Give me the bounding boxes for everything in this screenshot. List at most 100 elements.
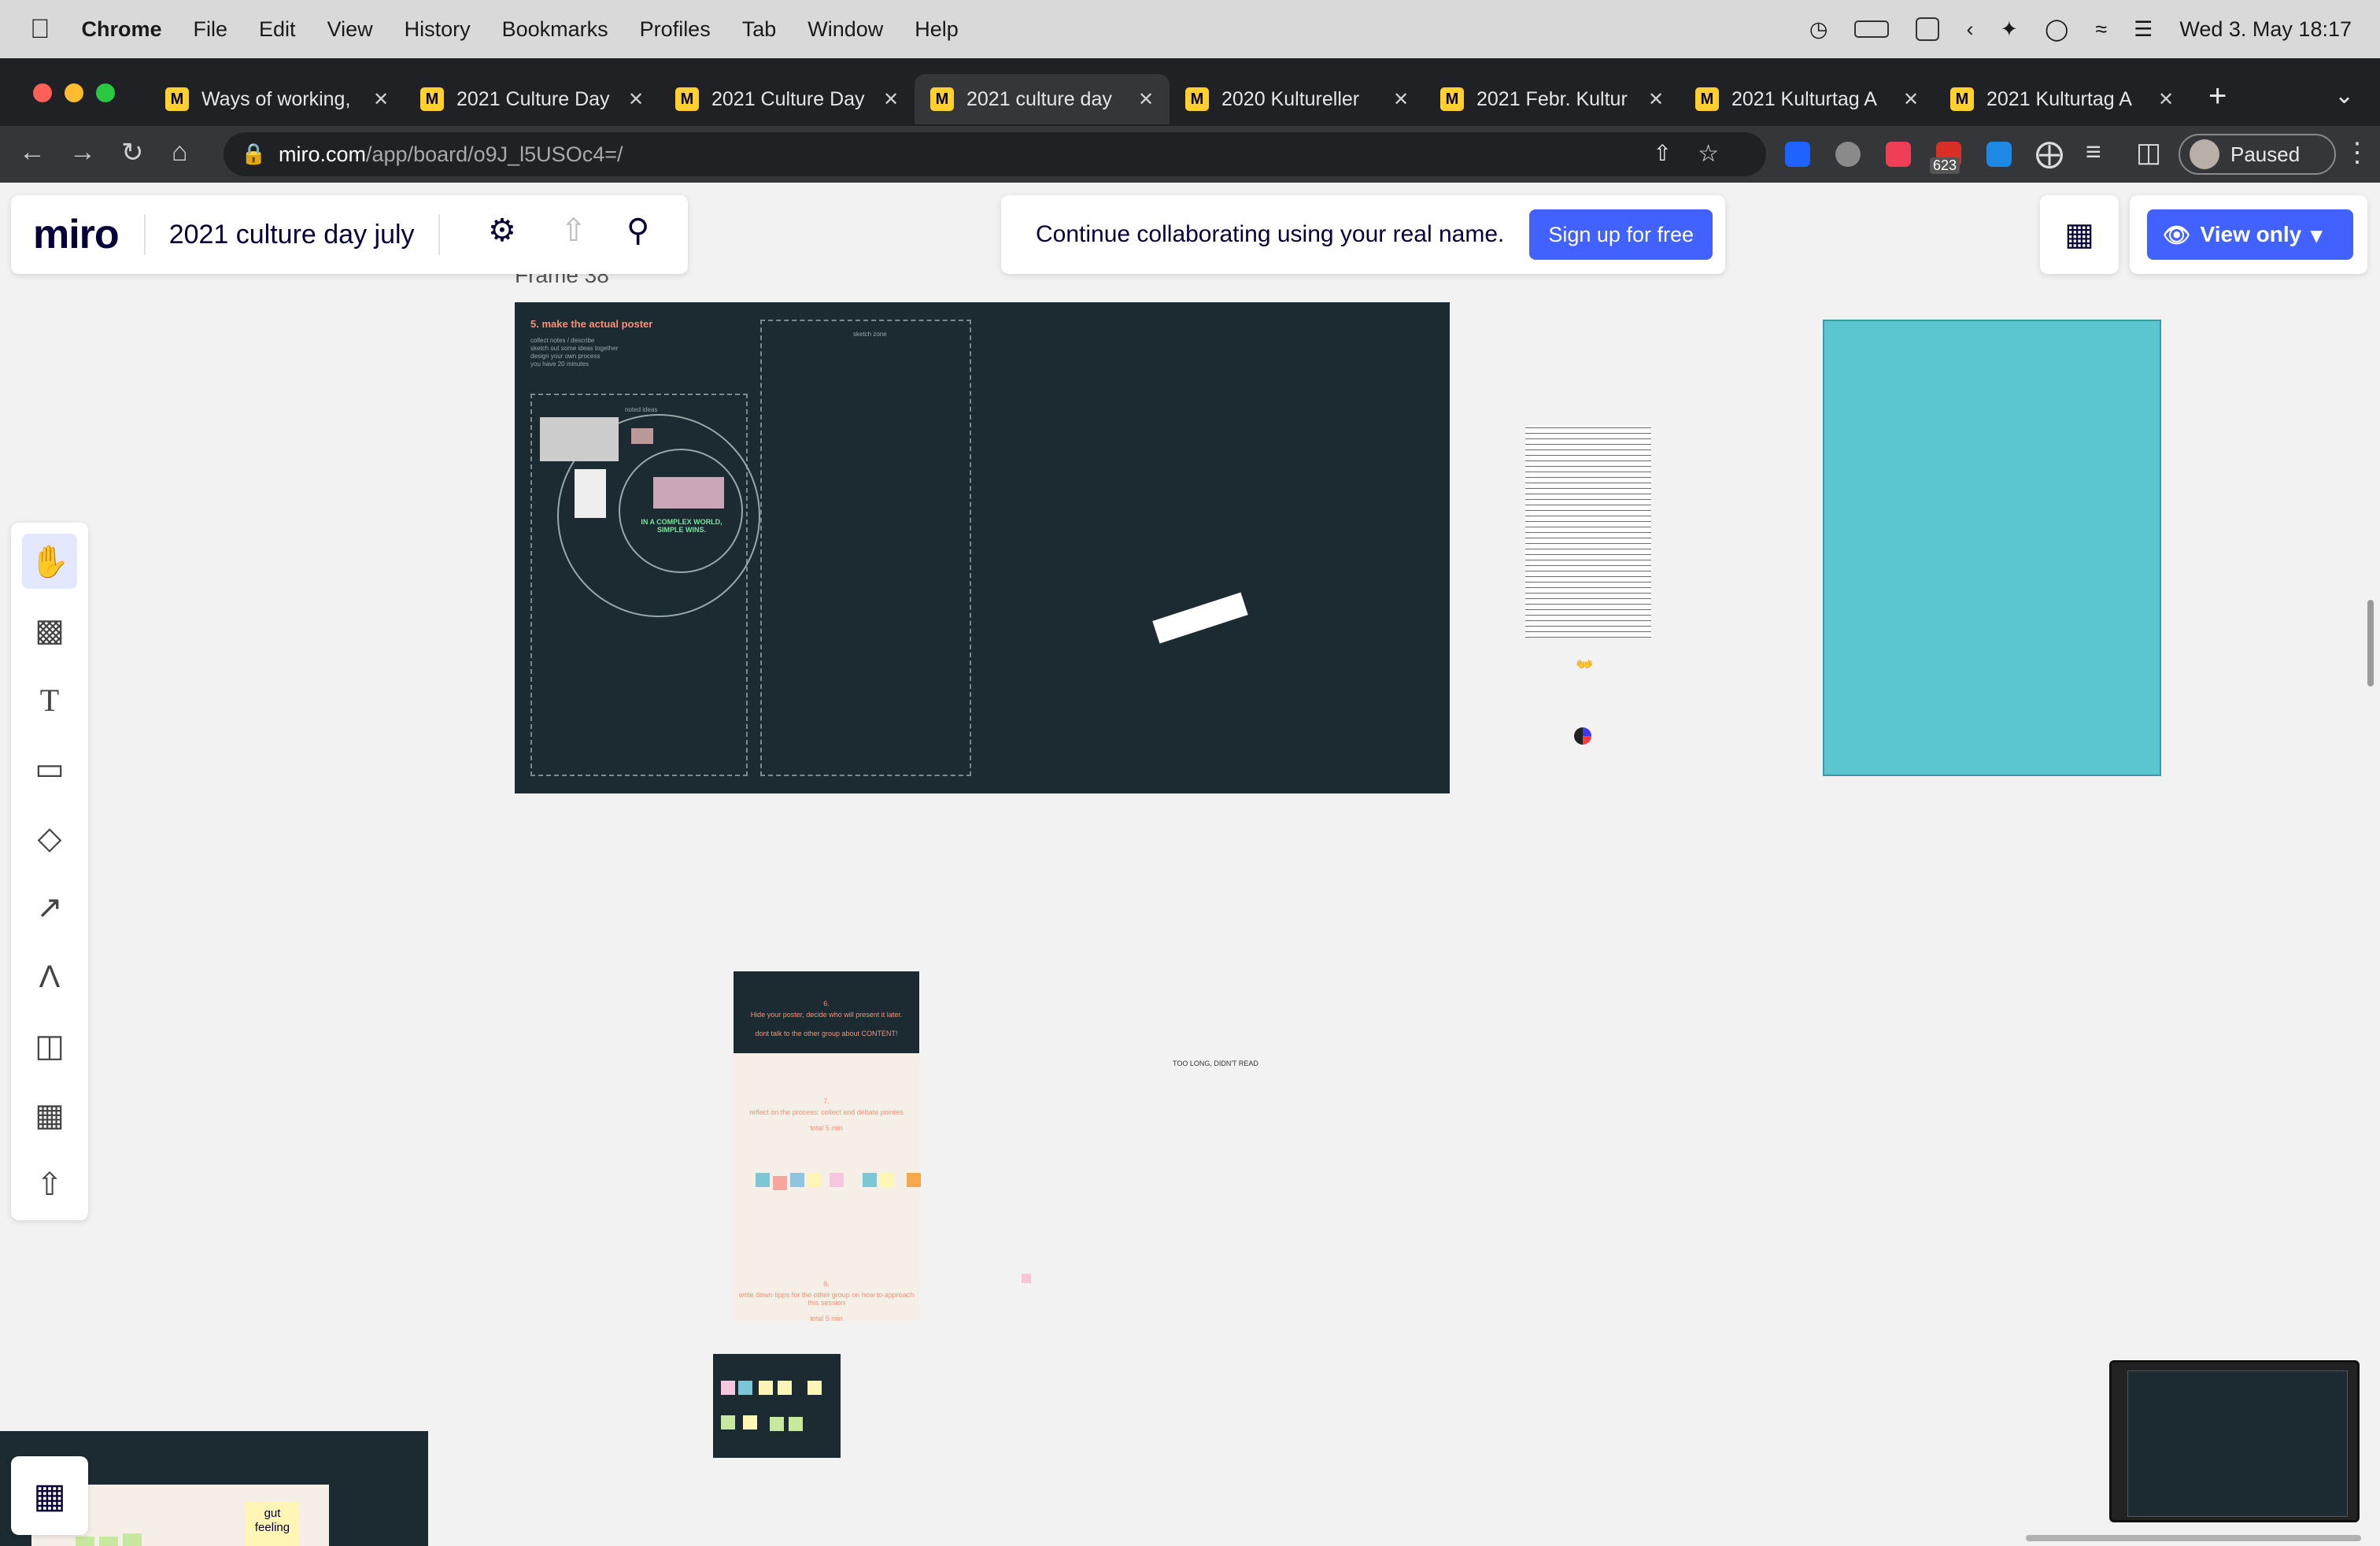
sticky-note-tool-icon[interactable]: ▭ xyxy=(22,742,77,797)
tab-close-icon[interactable]: ✕ xyxy=(373,88,389,111)
menu-tab[interactable]: Tab xyxy=(742,17,777,42)
vertical-scrollbar[interactable] xyxy=(2367,600,2374,686)
tab-search-chevron-icon[interactable]: ⌄ xyxy=(2334,82,2354,109)
sticky-note[interactable] xyxy=(99,1537,118,1546)
sticky-note[interactable] xyxy=(863,1173,877,1187)
browser-tab[interactable]: M 2021 Kulturtag A ✕ xyxy=(1935,74,2190,124)
close-window-button[interactable] xyxy=(33,83,52,102)
sticky-note-gut-feeling[interactable]: gut feeling xyxy=(246,1502,299,1546)
menu-history[interactable]: History xyxy=(405,17,471,42)
extension-icon[interactable] xyxy=(1986,142,2012,167)
side-panel-icon[interactable]: ◫ xyxy=(2136,137,2161,168)
sticky-note[interactable] xyxy=(721,1415,735,1429)
view-only-button[interactable]: 👁 View only ▾ xyxy=(2147,209,2353,260)
hand-tool-icon[interactable]: ✋ xyxy=(22,534,77,589)
battery-icon[interactable] xyxy=(1854,20,1890,38)
board-minimap[interactable] xyxy=(2109,1360,2360,1522)
apps-shapes-icon[interactable]: ▦ xyxy=(2040,195,2119,274)
browser-tab[interactable]: M 2021 Kulturtag A ✕ xyxy=(1680,74,1935,124)
tab-close-icon[interactable]: ✕ xyxy=(883,88,899,111)
sticky-note[interactable] xyxy=(778,1381,792,1395)
sticky-note[interactable] xyxy=(123,1533,142,1546)
connector-line-tool-icon[interactable]: ↗ xyxy=(22,880,77,935)
sticky-note[interactable] xyxy=(880,1173,894,1187)
sticky-note[interactable] xyxy=(907,1173,921,1187)
sticky-note[interactable] xyxy=(721,1381,735,1395)
keyboard-icon[interactable] xyxy=(1916,17,1940,41)
wifi-icon[interactable]: ≈ xyxy=(2095,17,2107,42)
browser-tab[interactable]: M 2021 Culture Day ✕ xyxy=(405,74,660,124)
menu-help[interactable]: Help xyxy=(915,17,959,42)
forward-arrow-icon[interactable]: → xyxy=(69,137,96,168)
pen-tool-icon[interactable]: Λ xyxy=(22,949,77,1004)
menu-edit[interactable]: Edit xyxy=(259,17,296,42)
airpods-icon[interactable]: ✦ xyxy=(2000,17,2018,42)
emoji-sticker-icon[interactable]: 👐 xyxy=(1576,656,1593,673)
tab-close-icon[interactable]: ✕ xyxy=(1648,88,1664,111)
address-bar[interactable]: 🔒 miro.com/app/board/o9J_l5USOc4=/ ⇧ ☆ xyxy=(224,132,1766,176)
media-queue-icon[interactable]: ≡ xyxy=(2086,137,2101,168)
sticky-note[interactable] xyxy=(756,1173,770,1187)
maximize-window-button[interactable] xyxy=(96,83,115,102)
comment-tool-icon[interactable]: ▩ xyxy=(22,603,77,658)
menu-bookmarks[interactable]: Bookmarks xyxy=(502,17,608,42)
tab-close-icon[interactable]: ✕ xyxy=(628,88,644,111)
browser-tab[interactable]: M 2021 Culture Day ✕ xyxy=(660,74,915,124)
horizontal-scrollbar[interactable] xyxy=(2026,1535,2361,1541)
browser-menu-icon[interactable]: ⋮ xyxy=(2344,137,2371,168)
sticky-cluster-frame[interactable] xyxy=(713,1354,841,1458)
tab-close-icon[interactable]: ✕ xyxy=(1138,88,1154,111)
lock-icon[interactable]: 🔒 xyxy=(241,142,266,166)
settings-gear-icon[interactable]: ⚙ xyxy=(488,213,516,249)
teal-rectangle[interactable] xyxy=(1823,320,2161,776)
pocket-extension-icon[interactable] xyxy=(1886,142,1911,167)
search-icon[interactable]: ⚲ xyxy=(626,213,649,249)
new-tab-plus-icon[interactable]: + xyxy=(2208,79,2227,114)
frame-38[interactable]: noted ideas sketch zone IN A COMPLEX WOR… xyxy=(515,302,1450,793)
chart-sticker-icon[interactable] xyxy=(1574,727,1591,745)
sticky-note[interactable] xyxy=(830,1173,844,1187)
shapes-tool-icon[interactable]: ◇ xyxy=(22,811,77,866)
back-arrow-icon[interactable]: ← xyxy=(19,137,46,168)
step-6-card[interactable]: 6. Hide your poster, decide who will pre… xyxy=(734,971,919,1053)
menu-clock[interactable]: Wed 3. May 18:17 xyxy=(2179,17,2352,42)
browser-tab[interactable]: M Ways of working, ✕ xyxy=(150,74,405,124)
steps-7-8-card[interactable]: 7. reflect on the process: collect and d… xyxy=(734,1053,919,1322)
templates-tool-icon[interactable]: ◫ xyxy=(22,1019,77,1074)
sticky-note[interactable] xyxy=(743,1415,757,1429)
browser-tab[interactable]: M 2020 Kultureller ✕ xyxy=(1170,74,1425,124)
sticky-note[interactable] xyxy=(770,1417,784,1431)
tab-close-icon[interactable]: ✕ xyxy=(2158,88,2174,111)
tab-close-icon[interactable]: ✕ xyxy=(1393,88,1409,111)
frames-panel-icon[interactable]: ▦ xyxy=(11,1456,88,1535)
sticky-note[interactable] xyxy=(808,1381,822,1395)
control-center-icon[interactable]: ☰ xyxy=(2134,17,2153,42)
tab-close-icon[interactable]: ✕ xyxy=(1903,88,1919,111)
home-icon[interactable]: ⌂ xyxy=(172,137,188,168)
browser-tab-active[interactable]: M 2021 culture day ✕ xyxy=(915,74,1170,124)
extension-icon[interactable] xyxy=(1835,142,1861,167)
miro-logo[interactable]: miro xyxy=(33,211,120,258)
arc-icon[interactable]: ◯ xyxy=(2045,17,2068,42)
sticky-note[interactable] xyxy=(759,1381,773,1395)
browser-tab[interactable]: M 2021 Febr. Kultur ✕ xyxy=(1425,74,1680,124)
text-tool-icon[interactable]: T xyxy=(22,672,77,727)
bitwarden-extension-icon[interactable] xyxy=(1785,142,1810,167)
upload-tool-icon[interactable]: ⇧ xyxy=(22,1157,77,1212)
menu-app-chrome[interactable]: Chrome xyxy=(82,17,162,42)
sticky-note[interactable] xyxy=(790,1173,804,1187)
menu-view[interactable]: View xyxy=(327,17,373,42)
menu-window[interactable]: Window xyxy=(808,17,883,42)
sticky-note[interactable] xyxy=(738,1381,752,1395)
board-title[interactable]: 2021 culture day july xyxy=(169,220,415,250)
sticky-note[interactable] xyxy=(789,1417,803,1431)
bookmark-star-icon[interactable]: ☆ xyxy=(1698,140,1719,168)
sticky-note[interactable] xyxy=(773,1176,787,1190)
menu-profiles[interactable]: Profiles xyxy=(640,17,711,42)
reload-icon[interactable]: ↻ xyxy=(121,137,144,168)
sticky-note[interactable] xyxy=(808,1173,822,1187)
sticky-note[interactable] xyxy=(1022,1274,1031,1283)
apple-menu-icon[interactable]:  xyxy=(30,14,50,45)
sticky-note[interactable] xyxy=(76,1537,94,1546)
menu-file[interactable]: File xyxy=(194,17,228,42)
